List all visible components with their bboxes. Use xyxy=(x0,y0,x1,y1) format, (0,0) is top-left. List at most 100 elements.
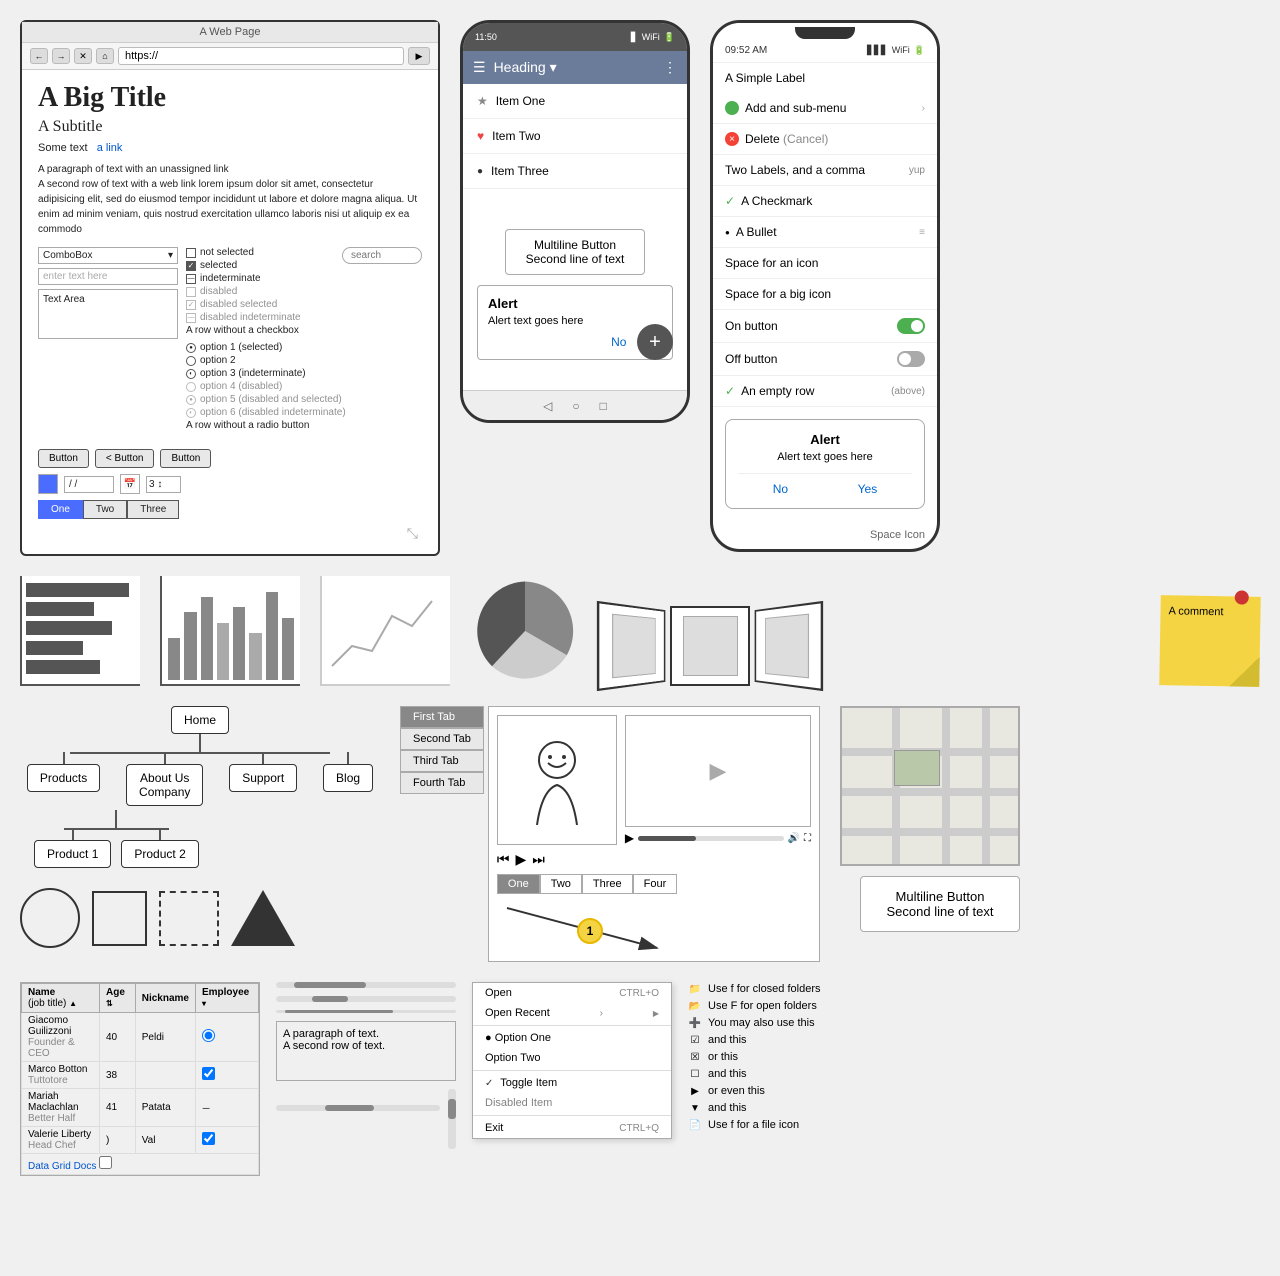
button-2[interactable]: < Button xyxy=(95,449,155,468)
checkbox-icon[interactable] xyxy=(186,248,196,258)
forward-button[interactable]: → xyxy=(52,48,70,64)
radio-selected[interactable] xyxy=(186,343,196,353)
age-sort-icon[interactable]: ⇅ xyxy=(106,999,113,1008)
toggle-off[interactable] xyxy=(897,351,925,367)
progress-bar-right[interactable] xyxy=(638,836,783,841)
scroll-thumb-h1[interactable] xyxy=(294,982,366,988)
bottom-tab-four[interactable]: Four xyxy=(633,874,678,894)
nav-home[interactable]: ○ xyxy=(572,399,579,413)
text-area[interactable]: Text Area xyxy=(38,289,178,339)
tab-three[interactable]: Three xyxy=(127,500,179,519)
text-input[interactable]: enter text here xyxy=(38,268,178,285)
ios-toggle-on-item[interactable]: On button xyxy=(713,310,937,343)
close-button[interactable]: ✕ xyxy=(74,48,92,64)
android-nav-bar: ◁ ○ □ xyxy=(463,390,687,420)
scrollbar-h-1[interactable] xyxy=(276,982,456,988)
employee-radio-1[interactable] xyxy=(202,1029,215,1042)
footer-checkbox[interactable] xyxy=(99,1156,112,1169)
url-input[interactable] xyxy=(118,47,404,65)
scrollbar-h-4[interactable] xyxy=(276,1105,440,1111)
android-list-item-3[interactable]: ● Item Three xyxy=(463,154,687,189)
scroll-thumb-h2[interactable] xyxy=(312,996,348,1002)
calendar-icon[interactable]: 📅 xyxy=(120,474,140,494)
ios-delete-item[interactable]: Delete (Cancel) xyxy=(713,124,937,155)
scroll-thumb-h4[interactable] xyxy=(325,1105,374,1111)
add-icon xyxy=(725,101,739,115)
legend-list: 📁 Use f for closed folders 📂 Use F for o… xyxy=(688,982,878,1135)
employee-check-2[interactable] xyxy=(202,1067,215,1080)
video-tab-first[interactable]: First Tab xyxy=(400,706,484,728)
sort-icon[interactable]: ▲ xyxy=(69,999,77,1008)
back-button[interactable]: ← xyxy=(30,48,48,64)
sticky-note: A comment xyxy=(1159,595,1261,687)
bottom-tab-three[interactable]: Three xyxy=(582,874,633,894)
fast-forward-button[interactable]: ⏭ xyxy=(532,851,545,868)
video-tab-fourth[interactable]: Fourth Tab xyxy=(400,772,484,794)
scrollbar-v[interactable] xyxy=(448,1089,456,1149)
scrollbar-h-3[interactable] xyxy=(276,1010,456,1013)
android-list-item-2[interactable]: ♥ Item Two xyxy=(463,119,687,154)
play-button[interactable]: ▶ xyxy=(516,851,527,868)
button-3[interactable]: Button xyxy=(160,449,211,468)
fab-button[interactable]: + xyxy=(637,324,673,360)
ios-bullet-item[interactable]: ● A Bullet ≡ xyxy=(713,217,937,248)
ios-alert-no[interactable]: No xyxy=(773,482,788,496)
checkbox-selected-icon[interactable] xyxy=(186,261,196,271)
video-tab-third[interactable]: Third Tab xyxy=(400,750,484,772)
x-icon: ☒ xyxy=(688,1050,702,1064)
cell-age-2: 38 xyxy=(100,1062,136,1089)
checkbox-indeterminate-icon[interactable] xyxy=(186,274,196,284)
hamburger-icon[interactable]: ☰ xyxy=(473,59,486,76)
fullscreen-icon[interactable]: ⛶ xyxy=(804,833,811,844)
color-picker[interactable] xyxy=(38,474,58,494)
home-button[interactable]: ⌂ xyxy=(96,48,114,64)
android-multiline-button[interactable]: Multiline Button Second line of text xyxy=(505,229,645,275)
toggle-on[interactable] xyxy=(897,318,925,334)
nav-back[interactable]: ◁ xyxy=(543,399,552,413)
android-alert-no[interactable]: No xyxy=(611,335,626,349)
menu-item-open-recent[interactable]: Open Recent › xyxy=(473,1003,671,1023)
bottom-tab-two[interactable]: Two xyxy=(540,874,582,894)
sitemap-blog: Blog xyxy=(323,764,373,792)
ios-toggle-off-item[interactable]: Off button xyxy=(713,343,937,376)
menu-item-toggle[interactable]: ✓ Toggle Item xyxy=(473,1073,671,1093)
menu-item-exit[interactable]: Exit CTRL+Q xyxy=(473,1118,671,1138)
datagrid-docs-link[interactable]: Data Grid Docs xyxy=(28,1161,96,1172)
menu-item-option-two[interactable]: Option Two xyxy=(473,1048,671,1068)
web-link[interactable]: a link xyxy=(97,142,123,154)
shape-triangle xyxy=(231,890,295,946)
volume-icon[interactable]: 🔊 xyxy=(788,833,800,844)
number-input[interactable]: 3 ↕ xyxy=(146,476,181,493)
scroll-thumb-h3[interactable] xyxy=(285,1010,393,1013)
play-button-right[interactable]: ▶ xyxy=(625,831,634,845)
date-input[interactable]: / / xyxy=(64,476,114,493)
rewind-button[interactable]: ⏮ xyxy=(497,851,510,868)
android-list-item-1[interactable]: ★ Item One xyxy=(463,84,687,119)
ios-time: 09:52 AM xyxy=(725,45,767,56)
nav-recent[interactable]: □ xyxy=(600,399,607,413)
button-1[interactable]: Button xyxy=(38,449,89,468)
scroll-thumb-v[interactable] xyxy=(448,1099,456,1119)
employee-check-4[interactable] xyxy=(202,1132,215,1145)
more-icon[interactable]: ⋮ xyxy=(663,59,677,76)
radio-3[interactable] xyxy=(186,369,196,379)
resize-handle[interactable]: ⤡ xyxy=(38,525,422,542)
search-input[interactable] xyxy=(342,247,422,264)
ios-alert-yes[interactable]: Yes xyxy=(858,482,878,496)
menu-item-option-one[interactable]: ● Option One xyxy=(473,1028,671,1048)
radio-2[interactable] xyxy=(186,356,196,366)
employee-sort-icon[interactable]: ▾ xyxy=(202,999,206,1008)
ios-checkmark-item[interactable]: ✓ A Checkmark xyxy=(713,186,937,217)
go-button[interactable]: ▶ xyxy=(408,47,430,65)
tab-one[interactable]: One xyxy=(38,500,83,519)
ios-add-menu-item[interactable]: Add and sub-menu › xyxy=(713,93,937,124)
scrollbar-h-2[interactable] xyxy=(276,996,456,1002)
ios-two-labels-item[interactable]: Two Labels, and a comma yup xyxy=(713,155,937,186)
video-tab-second[interactable]: Second Tab xyxy=(400,728,484,750)
multiline-button[interactable]: Multiline Button Second line of text xyxy=(860,876,1020,932)
legend-item-x: ☒ or this xyxy=(688,1050,878,1064)
bottom-tab-one[interactable]: One xyxy=(497,874,540,894)
menu-item-open[interactable]: Open CTRL+O xyxy=(473,983,671,1003)
tab-two[interactable]: Two xyxy=(83,500,127,519)
combobox[interactable]: ComboBox ▾ xyxy=(38,247,178,264)
